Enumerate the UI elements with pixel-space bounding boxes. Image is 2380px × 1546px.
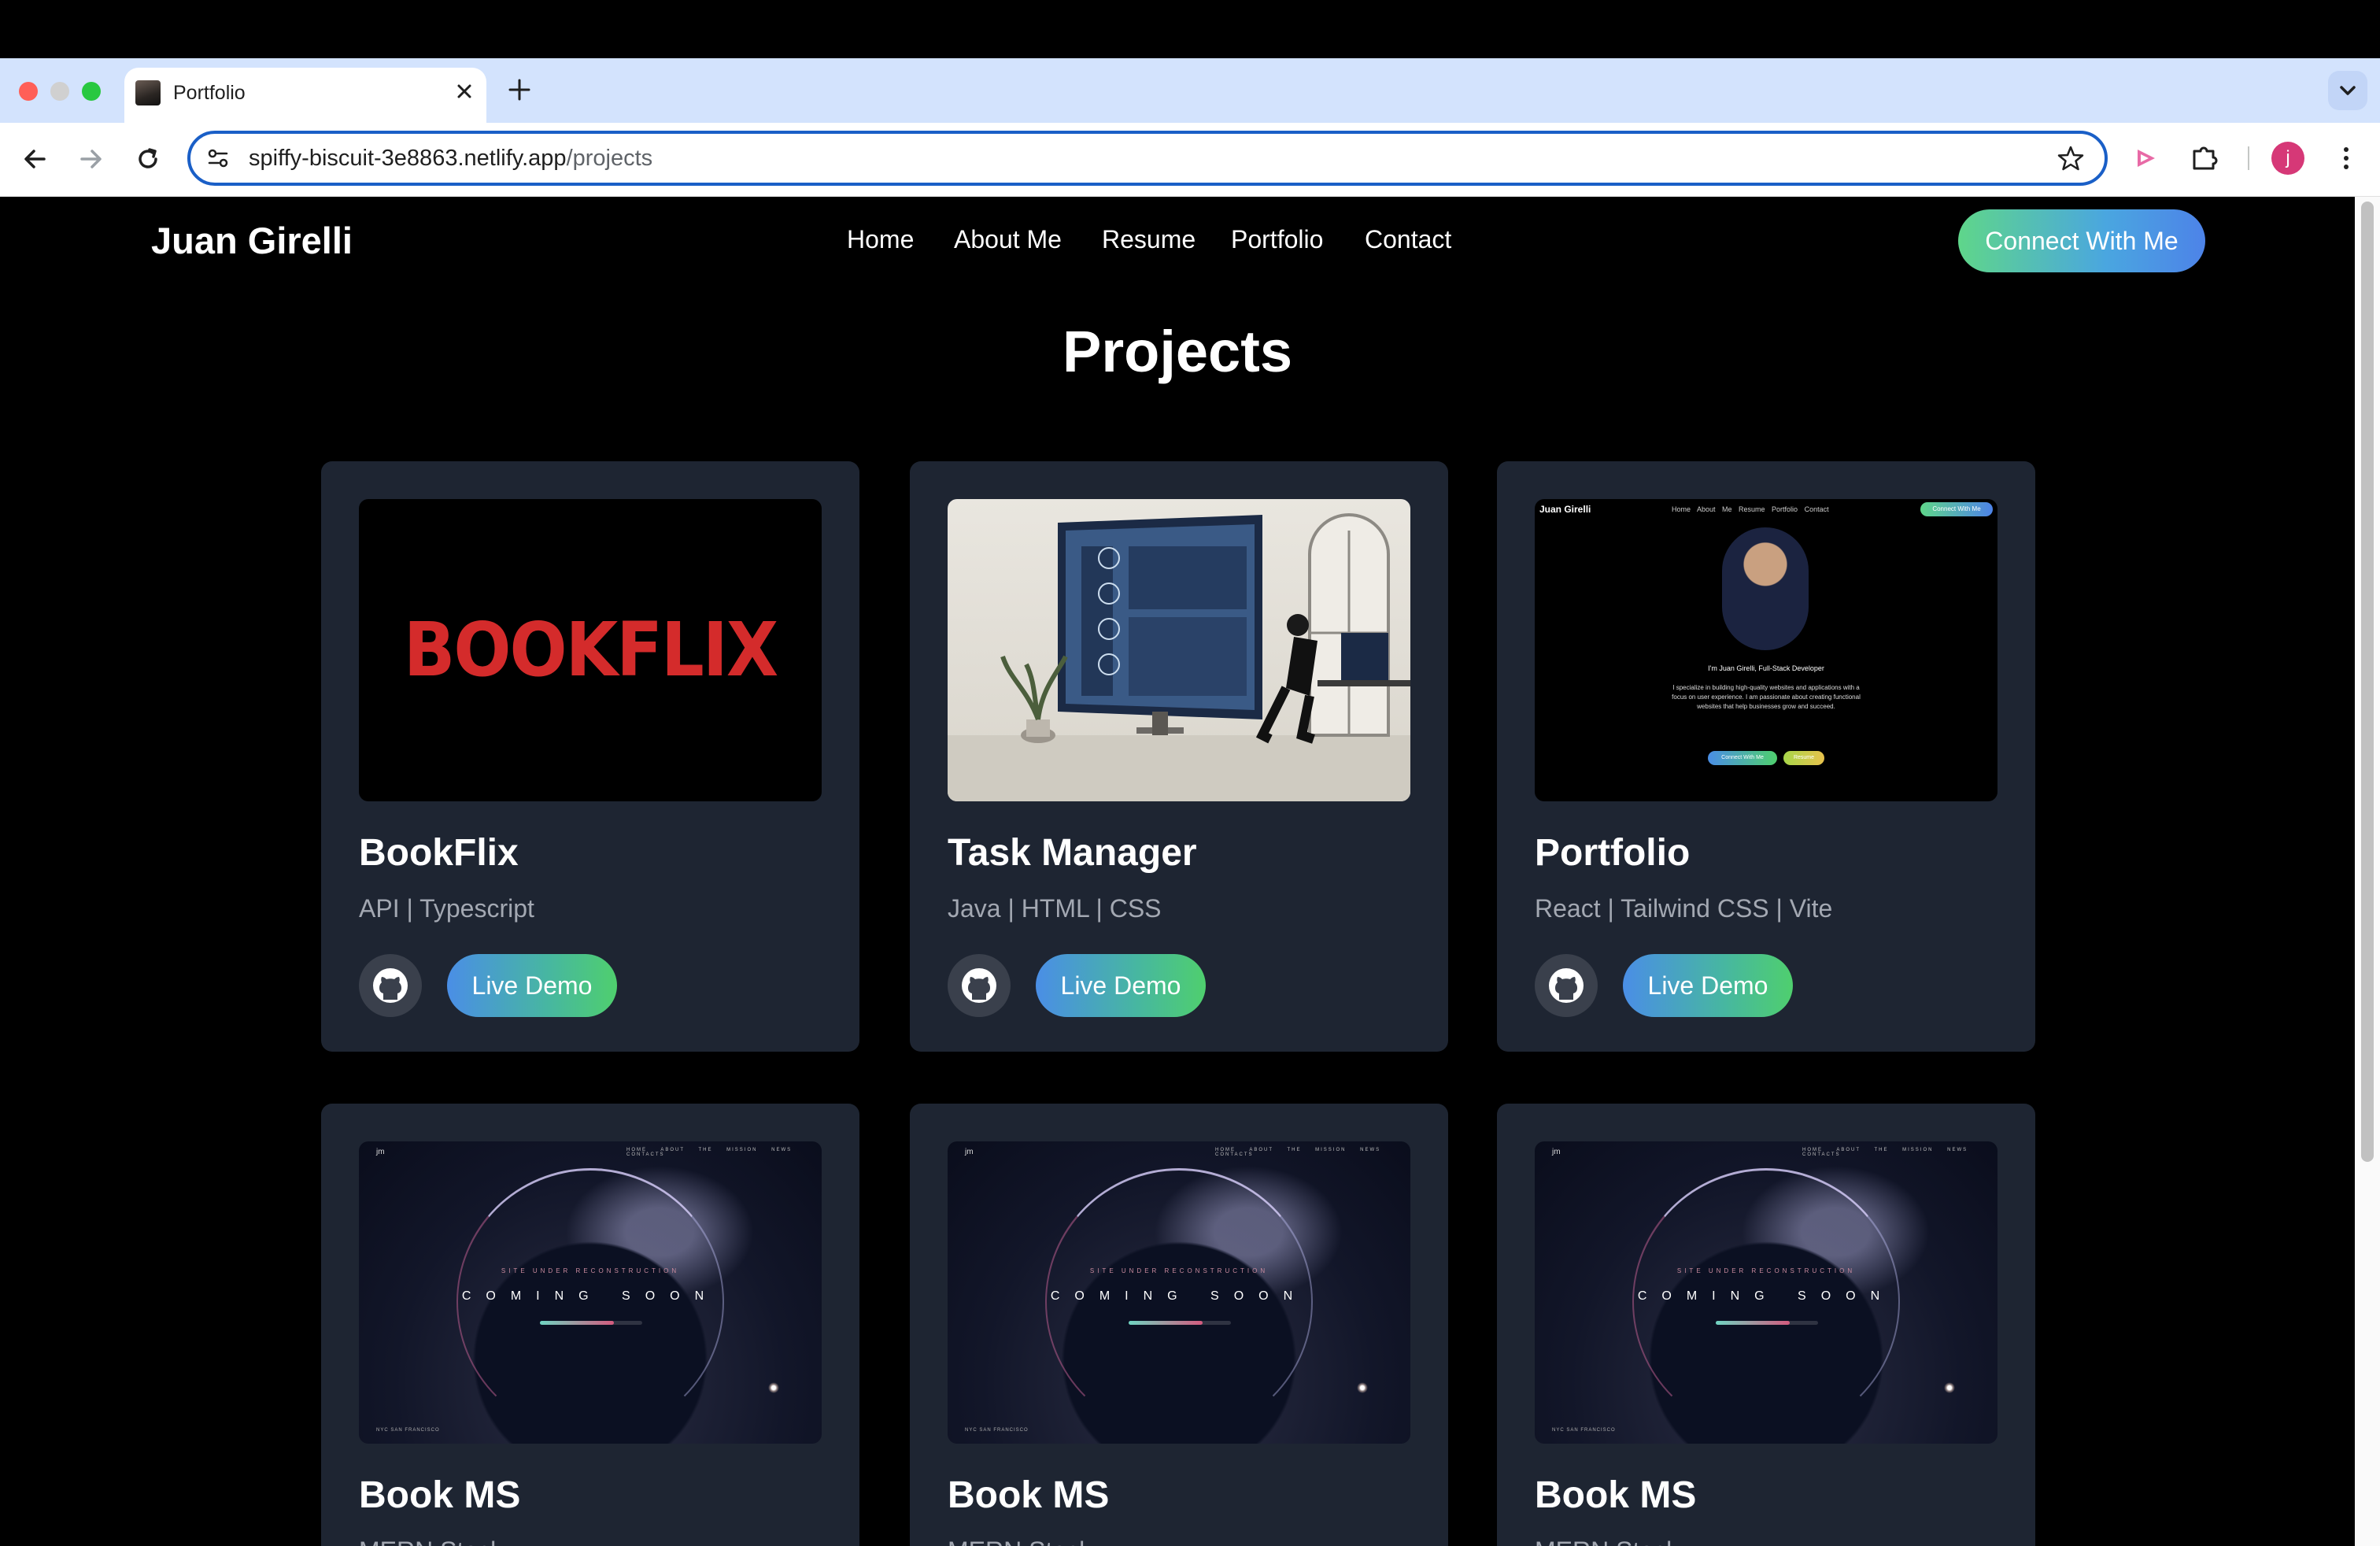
thumb-profile-photo: [1722, 527, 1809, 650]
profile-avatar[interactable]: j: [2271, 142, 2304, 175]
thumb-brand: Juan Girelli: [1539, 504, 1591, 515]
thumb-nav: HOME ABOUT THE MISSION NEWS CONTACTS: [1802, 1148, 1968, 1157]
bookmark-star-icon[interactable]: [2056, 143, 2086, 173]
thumb-logo: jm: [376, 1148, 385, 1156]
screen-top-bar: [0, 0, 2380, 58]
project-thumbnail: Juan Girelli Home About Me Resume Portfo…: [1535, 499, 1998, 801]
close-tab-icon[interactable]: [450, 77, 479, 105]
maximize-window-button[interactable]: [82, 82, 101, 101]
thumb-location: NYC SAN FRANCISCO: [376, 1428, 440, 1433]
reload-icon[interactable]: [131, 142, 165, 176]
project-card-book-ms: jm HOME ABOUT THE MISSION NEWS CONTACTS …: [910, 1104, 1448, 1546]
nav-resume[interactable]: Resume: [1102, 225, 1196, 254]
url-text: spiffy-biscuit-3e8863.netlify.app/projec…: [249, 144, 652, 172]
project-card-task-manager: Task Manager Java | HTML | CSS Live Demo: [910, 461, 1448, 1052]
project-tech: MERN Stack: [359, 1537, 503, 1546]
tab-search-button[interactable]: [2328, 71, 2367, 110]
project-thumbnail: jm HOME ABOUT THE MISSION NEWS CONTACTS …: [359, 1141, 822, 1444]
github-icon: [373, 968, 408, 1003]
thumb-cta: Connect With Me: [1920, 502, 1993, 516]
thumb-button-connect: Connect With Me: [1708, 751, 1777, 765]
thumb-location: NYC SAN FRANCISCO: [965, 1428, 1029, 1433]
tab-title: Portfolio: [173, 82, 246, 104]
close-window-button[interactable]: [19, 82, 38, 101]
thumb-nav: HOME ABOUT THE MISSION NEWS CONTACTS: [1215, 1148, 1381, 1157]
thumb-subtitle: SITE UNDER RECONSTRUCTION: [1676, 1267, 1856, 1274]
github-icon: [1549, 968, 1584, 1003]
github-icon: [962, 968, 996, 1003]
project-thumbnail: jm HOME ABOUT THE MISSION NEWS CONTACTS …: [1535, 1141, 1998, 1444]
back-icon[interactable]: [17, 142, 52, 176]
project-card-book-ms: jm HOME ABOUT THE MISSION NEWS CONTACTS …: [1497, 1104, 2035, 1546]
page-title: Projects: [1062, 319, 1293, 384]
project-tech: MERN Stack: [1535, 1537, 1679, 1546]
live-demo-button[interactable]: Live Demo: [1036, 954, 1206, 1017]
favicon-icon: [135, 80, 161, 105]
github-link[interactable]: [359, 954, 422, 1017]
project-thumbnail: jm HOME ABOUT THE MISSION NEWS CONTACTS …: [948, 1141, 1410, 1444]
thumb-logo: jm: [965, 1148, 974, 1156]
star-glow: [768, 1382, 779, 1393]
github-link[interactable]: [948, 954, 1011, 1017]
connect-with-me-button[interactable]: Connect With Me: [1958, 209, 2205, 272]
thumb-subtitle: SITE UNDER RECONSTRUCTION: [1089, 1267, 1269, 1274]
browser-tab[interactable]: Portfolio: [124, 68, 486, 123]
site-brand[interactable]: Juan Girelli: [151, 219, 353, 262]
star-glow: [1357, 1382, 1368, 1393]
forward-icon[interactable]: [74, 142, 109, 176]
bookflix-logo: BOOKFLIX: [403, 607, 778, 693]
project-title: Book MS: [1535, 1474, 1697, 1516]
page-viewport: Juan Girelli Home About Me Resume Portfo…: [0, 197, 2355, 1546]
thumb-logo: jm: [1552, 1148, 1561, 1156]
coming-soon-text: COMING SOON: [461, 1289, 719, 1303]
extensions-puzzle-icon[interactable]: [2186, 140, 2223, 176]
toolbar-separator: [2248, 146, 2249, 170]
project-thumbnail: [948, 499, 1410, 801]
project-tech: Java | HTML | CSS: [948, 894, 1162, 923]
thumb-button-resume: Resume: [1783, 751, 1824, 765]
star-glow: [1944, 1382, 1955, 1393]
nav-about-me[interactable]: About Me: [954, 225, 1062, 254]
progress-fill: [1129, 1321, 1203, 1325]
nav-portfolio[interactable]: Portfolio: [1231, 225, 1323, 254]
address-bar[interactable]: spiffy-biscuit-3e8863.netlify.app/projec…: [187, 131, 2108, 186]
project-tech: API | Typescript: [359, 894, 534, 923]
site-settings-icon[interactable]: [205, 145, 231, 172]
github-link[interactable]: [1535, 954, 1598, 1017]
project-card-book-ms: jm HOME ABOUT THE MISSION NEWS CONTACTS …: [321, 1104, 859, 1546]
nav-home[interactable]: Home: [847, 225, 914, 254]
live-demo-button[interactable]: Live Demo: [447, 954, 617, 1017]
project-title: BookFlix: [359, 832, 519, 874]
coming-soon-text: COMING SOON: [1050, 1289, 1308, 1303]
thumb-nav: HOME ABOUT THE MISSION NEWS CONTACTS: [626, 1148, 793, 1157]
url-host: spiffy-biscuit-3e8863.netlify.app: [249, 146, 567, 171]
chevron-down-icon: [2340, 86, 2356, 95]
new-tab-icon[interactable]: [504, 74, 535, 105]
project-title: Book MS: [359, 1474, 521, 1516]
project-title: Portfolio: [1535, 832, 1691, 874]
kebab-menu-icon[interactable]: [2328, 140, 2364, 176]
live-demo-button[interactable]: Live Demo: [1623, 954, 1793, 1017]
progress-fill: [540, 1321, 614, 1325]
nav-contact[interactable]: Contact: [1365, 225, 1451, 254]
coming-soon-text: COMING SOON: [1637, 1289, 1895, 1303]
project-thumbnail: BOOKFLIX: [359, 499, 822, 801]
page-scrollbar-thumb[interactable]: [2361, 202, 2374, 1162]
developer-illustration: [948, 513, 1410, 801]
project-title: Task Manager: [948, 832, 1197, 874]
media-extension-icon[interactable]: [2128, 140, 2164, 176]
project-tech: MERN Stack: [948, 1537, 1092, 1546]
url-path: /projects: [566, 146, 653, 171]
project-card-bookflix: BOOKFLIX BookFlix API | Typescript Live …: [321, 461, 859, 1052]
progress-fill: [1716, 1321, 1790, 1325]
thumb-subtitle: SITE UNDER RECONSTRUCTION: [501, 1267, 680, 1274]
project-title: Book MS: [948, 1474, 1110, 1516]
thumb-location: NYC SAN FRANCISCO: [1552, 1428, 1616, 1433]
project-tech: React | Tailwind CSS | Vite: [1535, 894, 1833, 923]
minimize-window-button[interactable]: [50, 82, 69, 101]
project-card-portfolio: Juan Girelli Home About Me Resume Portfo…: [1497, 461, 2035, 1052]
thumb-nav: Home About Me Resume Portfolio Contact: [1672, 505, 1829, 513]
thumb-intro: I'm Juan Girelli, Full-Stack Developer: [1708, 664, 1824, 672]
thumb-description: I specialize in building high-quality we…: [1672, 684, 1861, 710]
